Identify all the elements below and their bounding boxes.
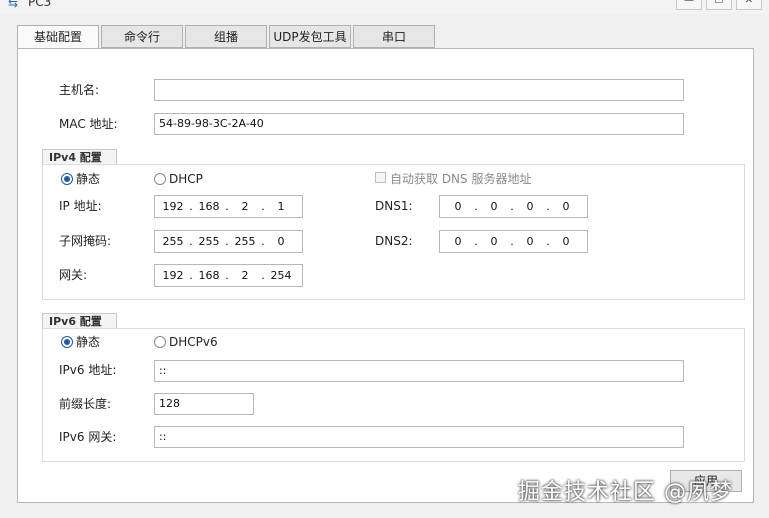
- dns1-label: DNS1:: [375, 199, 413, 213]
- ip-dot: .: [189, 200, 193, 213]
- pc-icon: ⇆: [8, 0, 19, 10]
- tab-basic-config[interactable]: 基础配置: [17, 25, 99, 50]
- dns2-octet-2: 0: [490, 235, 498, 248]
- auto-dns-label: 自动获取 DNS 服务器地址: [390, 172, 532, 186]
- prefix-length-label: 前缀长度:: [59, 397, 112, 411]
- dns1-octet-4: 0: [562, 200, 570, 213]
- ip-dot: .: [261, 200, 265, 213]
- title-bar: ⇆ PC3 — ☐ ✕: [0, 0, 769, 14]
- subnet-mask-label: 子网掩码:: [59, 234, 112, 248]
- tab-serial[interactable]: 串口: [353, 25, 435, 48]
- prefix-length-field[interactable]: 128: [154, 393, 254, 415]
- dns1-octet-2: 0: [490, 200, 498, 213]
- dns1-field[interactable]: 0 . 0 . 0 . 0: [439, 195, 588, 218]
- gateway-octet-2: 168: [198, 269, 220, 282]
- ip-dot: .: [225, 200, 229, 213]
- tab-udp-tool[interactable]: UDP发包工具: [269, 25, 351, 48]
- ip-address-label: IP 地址:: [59, 199, 102, 213]
- basic-config-panel: 主机名: MAC 地址: 54-89-98-3C-2A-40 IPv4 配置 静…: [17, 48, 754, 503]
- ip-dot: .: [474, 200, 478, 213]
- gateway-octet-1: 192: [162, 269, 184, 282]
- ipv6-group-label: IPv6 配置: [42, 313, 117, 329]
- subnet-mask-field[interactable]: 255 . 255 . 255 . 0: [154, 230, 303, 253]
- hostname-field[interactable]: [154, 79, 684, 101]
- ipv4-static-radio[interactable]: [61, 173, 73, 185]
- dns2-octet-4: 0: [562, 235, 570, 248]
- ipv4-static-label: 静态: [76, 172, 101, 186]
- ip-dot: .: [189, 269, 193, 282]
- close-button[interactable]: ✕: [736, 0, 762, 10]
- gateway-field[interactable]: 192 . 168 . 2 . 254: [154, 264, 303, 287]
- dns1-octet-3: 0: [526, 200, 534, 213]
- dns2-label: DNS2:: [375, 234, 413, 248]
- ipv6-static-label: 静态: [76, 335, 101, 349]
- gateway-label: 网关:: [59, 268, 88, 282]
- ipv6-gateway-field[interactable]: ::: [154, 426, 684, 448]
- hostname-label: 主机名:: [59, 83, 100, 97]
- ip-octet-2: 168: [198, 200, 220, 213]
- ipv6-dhcp-radio[interactable]: [154, 336, 166, 348]
- dns2-octet-3: 0: [526, 235, 534, 248]
- ip-octet-1: 192: [162, 200, 184, 213]
- ip-dot: .: [510, 200, 514, 213]
- ipv6-gateway-label: IPv6 网关:: [59, 430, 117, 444]
- mask-octet-3: 255: [234, 235, 256, 248]
- ip-octet-4: 1: [277, 200, 285, 213]
- mask-octet-2: 255: [198, 235, 220, 248]
- ip-dot: .: [474, 235, 478, 248]
- ipv6-static-radio[interactable]: [61, 336, 73, 348]
- ip-dot: .: [510, 235, 514, 248]
- ip-dot: .: [225, 269, 229, 282]
- maximize-button[interactable]: ☐: [706, 0, 732, 10]
- ip-dot: .: [261, 235, 265, 248]
- ipv4-group-label: IPv4 配置: [42, 149, 117, 165]
- watermark: 掘金技术社区 @夙梦: [518, 480, 733, 505]
- tab-multicast[interactable]: 组播: [185, 25, 267, 48]
- ipv6-address-field[interactable]: ::: [154, 360, 684, 382]
- ip-dot: .: [546, 235, 550, 248]
- mask-octet-4: 0: [277, 235, 285, 248]
- ip-dot: .: [261, 269, 265, 282]
- ip-address-field[interactable]: 192 . 168 . 2 . 1: [154, 195, 303, 218]
- ipv6-dhcp-label: DHCPv6: [169, 335, 218, 349]
- dns2-field[interactable]: 0 . 0 . 0 . 0: [439, 230, 588, 253]
- auto-dns-checkbox[interactable]: [375, 172, 386, 183]
- ip-dot: .: [546, 200, 550, 213]
- mac-field[interactable]: 54-89-98-3C-2A-40: [154, 113, 684, 135]
- ipv4-dhcp-label: DHCP: [169, 172, 203, 186]
- minimize-button[interactable]: —: [676, 0, 702, 10]
- gateway-octet-3: 2: [241, 269, 249, 282]
- ipv6-address-label: IPv6 地址:: [59, 363, 117, 377]
- window-title: PC3: [28, 0, 52, 9]
- ip-octet-3: 2: [241, 200, 249, 213]
- dns2-octet-1: 0: [454, 235, 462, 248]
- mask-octet-1: 255: [162, 235, 184, 248]
- ip-dot: .: [225, 235, 229, 248]
- ipv4-dhcp-radio[interactable]: [154, 173, 166, 185]
- dns1-octet-1: 0: [454, 200, 462, 213]
- mac-label: MAC 地址:: [59, 117, 118, 131]
- gateway-octet-4: 254: [270, 269, 292, 282]
- tab-command-line[interactable]: 命令行: [101, 25, 183, 48]
- ip-dot: .: [189, 235, 193, 248]
